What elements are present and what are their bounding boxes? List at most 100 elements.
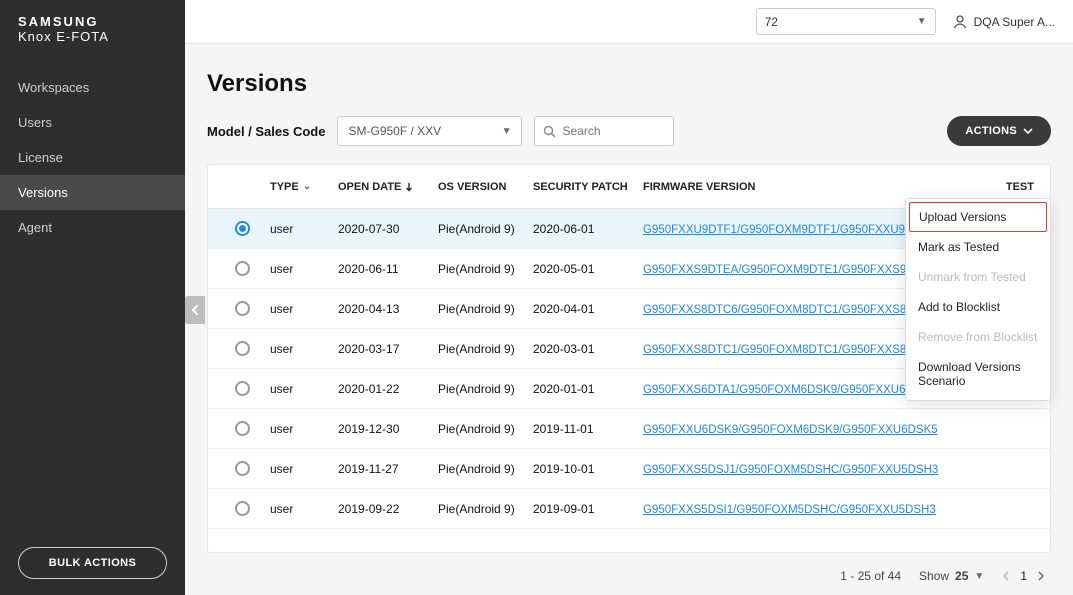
cell-fw: G950FXXU6DSK9/G950FOXM6DSK9/G950FXXU6DSK…	[643, 422, 960, 436]
cell-patch: 2020-05-01	[533, 262, 643, 276]
firmware-link[interactable]: G950FXXS6DTA1/G950FOXM6DSK9/G950FXXU6DSK…	[643, 384, 936, 396]
cell-open-date: 2020-07-30	[338, 222, 438, 236]
row-radio[interactable]	[214, 221, 270, 236]
actions-menu-item: Remove from Blocklist	[906, 322, 1050, 352]
cell-patch: 2020-04-01	[533, 302, 643, 316]
search-box[interactable]	[534, 116, 674, 146]
actions-menu-item[interactable]: Mark as Tested	[906, 232, 1050, 262]
page-nav: 1	[1002, 569, 1045, 583]
search-icon	[543, 125, 556, 138]
cell-os: Pie(Android 9)	[438, 342, 533, 356]
brand-samsung: SAMSUNG	[18, 14, 167, 29]
cell-open-date: 2019-11-27	[338, 462, 438, 476]
caret-down-icon: ▼	[917, 16, 927, 27]
chevron-down-icon: ⌄	[303, 181, 311, 192]
cell-patch: 2019-09-01	[533, 502, 643, 516]
bulk-actions-wrap: BULK ACTIONS	[0, 547, 185, 579]
table-row[interactable]: user2019-11-27Pie(Android 9)2019-10-01G9…	[208, 449, 1050, 489]
workspace-selector[interactable]: 72 ▼	[756, 8, 936, 35]
cell-type: user	[270, 262, 338, 276]
cell-type: user	[270, 302, 338, 316]
user-menu[interactable]: DQA Super A...	[952, 14, 1055, 30]
sidebar-nav: Workspaces Users License Versions Agent	[0, 70, 185, 245]
col-test[interactable]: TEST	[960, 181, 1040, 193]
actions-menu-item: Unmark from Tested	[906, 262, 1050, 292]
search-input[interactable]	[562, 124, 665, 138]
cell-patch: 2020-06-01	[533, 222, 643, 236]
topbar: 72 ▼ DQA Super A...	[185, 0, 1073, 44]
cell-fw: G950FXXS5DSJ1/G950FOXM5DSHC/G950FXXU5DSH…	[643, 462, 960, 476]
actions-button[interactable]: ACTIONS	[947, 116, 1051, 146]
chevron-left-icon	[191, 305, 199, 315]
firmware-link[interactable]: G950FXXS5DSI1/G950FOXM5DSHC/G950FXXU5DSH…	[643, 504, 936, 516]
caret-down-icon: ▼	[974, 571, 984, 582]
col-patch[interactable]: SECURITY PATCH	[533, 181, 643, 193]
cell-fw: G950FXXS5DSI1/G950FOXM5DSHC/G950FXXU5DSH…	[643, 502, 960, 516]
row-radio[interactable]	[214, 421, 270, 436]
row-radio[interactable]	[214, 501, 270, 516]
model-label: Model / Sales Code	[207, 124, 325, 139]
actions-menu-item[interactable]: Add to Blocklist	[906, 292, 1050, 322]
firmware-link[interactable]: G950FXXU9DTF1/G950FOXM9DTF1/G950FXXU9DTF…	[643, 224, 934, 236]
firmware-link[interactable]: G950FXXS9DTEA/G950FOXM9DTE1/G950FXXS9DTE…	[643, 264, 936, 276]
avatar-icon	[952, 14, 968, 30]
cell-open-date: 2019-09-22	[338, 502, 438, 516]
firmware-link[interactable]: G950FXXU6DSK9/G950FOXM6DSK9/G950FXXU6DSK…	[643, 424, 938, 436]
cell-os: Pie(Android 9)	[438, 302, 533, 316]
row-radio[interactable]	[214, 261, 270, 276]
chevron-down-icon	[1023, 128, 1033, 134]
sidebar-item-license[interactable]: License	[0, 140, 185, 175]
sidebar-item-agent[interactable]: Agent	[0, 210, 185, 245]
cell-type: user	[270, 222, 338, 236]
actions-menu: Upload VersionsMark as TestedUnmark from…	[905, 198, 1051, 401]
row-radio[interactable]	[214, 381, 270, 396]
cell-open-date: 2020-06-11	[338, 262, 438, 276]
sidebar-collapse-toggle[interactable]	[185, 296, 205, 324]
model-selector[interactable]: SM-G950F / XXV ▼	[337, 116, 522, 146]
actions-menu-item[interactable]: Upload Versions	[909, 202, 1047, 232]
show-value: 25	[955, 569, 968, 583]
cell-os: Pie(Android 9)	[438, 422, 533, 436]
caret-down-icon: ▼	[502, 126, 512, 137]
col-os[interactable]: OS VERSION	[438, 181, 533, 193]
actions-label: ACTIONS	[965, 125, 1017, 137]
main: 72 ▼ DQA Super A... Versions Model / Sal…	[185, 0, 1073, 595]
current-page: 1	[1020, 569, 1027, 583]
prev-page-button[interactable]	[1002, 571, 1010, 581]
cell-patch: 2020-01-01	[533, 382, 643, 396]
cell-os: Pie(Android 9)	[438, 262, 533, 276]
cell-patch: 2019-11-01	[533, 422, 643, 436]
table-row[interactable]: user2019-12-30Pie(Android 9)2019-11-01G9…	[208, 409, 1050, 449]
firmware-link[interactable]: G950FXXS8DTC6/G950FOXM8DTC1/G950FXXS8DTC…	[643, 304, 936, 316]
col-fw[interactable]: FIRMWARE VERSION	[643, 181, 960, 193]
cell-open-date: 2020-01-22	[338, 382, 438, 396]
sidebar-item-workspaces[interactable]: Workspaces	[0, 70, 185, 105]
sidebar-item-versions[interactable]: Versions	[0, 175, 185, 210]
sidebar-item-users[interactable]: Users	[0, 105, 185, 140]
next-page-button[interactable]	[1037, 571, 1045, 581]
content: Versions Model / Sales Code SM-G950F / X…	[185, 44, 1073, 595]
col-open-date[interactable]: OPEN DATE	[338, 181, 438, 193]
cell-type: user	[270, 462, 338, 476]
cell-type: user	[270, 502, 338, 516]
actions-menu-item[interactable]: Download Versions Scenario	[906, 352, 1050, 396]
table-row[interactable]: user2019-09-22Pie(Android 9)2019-09-01G9…	[208, 489, 1050, 529]
brand: SAMSUNG Knox E-FOTA	[0, 0, 185, 64]
row-radio[interactable]	[214, 341, 270, 356]
cell-type: user	[270, 422, 338, 436]
workspace-value: 72	[765, 15, 778, 29]
col-type[interactable]: TYPE ⌄	[270, 181, 338, 193]
page-size-selector[interactable]: Show 25 ▼	[919, 569, 984, 583]
cell-type: user	[270, 382, 338, 396]
cell-os: Pie(Android 9)	[438, 502, 533, 516]
row-radio[interactable]	[214, 301, 270, 316]
bulk-actions-button[interactable]: BULK ACTIONS	[18, 547, 168, 579]
firmware-link[interactable]: G950FXXS8DTC1/G950FOXM8DTC1/G950FXXS8DTC…	[643, 344, 936, 356]
firmware-link[interactable]: G950FXXS5DSJ1/G950FOXM5DSHC/G950FXXU5DSH…	[643, 464, 938, 476]
cell-open-date: 2020-04-13	[338, 302, 438, 316]
filter-row: Model / Sales Code SM-G950F / XXV ▼ ACTI…	[207, 116, 1051, 146]
page-title: Versions	[207, 70, 1051, 98]
row-radio[interactable]	[214, 461, 270, 476]
cell-type: user	[270, 342, 338, 356]
cell-patch: 2020-03-01	[533, 342, 643, 356]
